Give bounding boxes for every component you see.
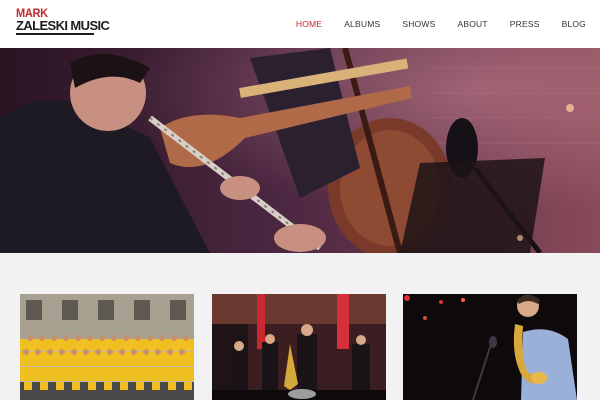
photo-card-choir[interactable] — [20, 294, 194, 400]
nav-item-about[interactable]: ABOUT — [457, 19, 487, 29]
site-header: MARK ZALESKI MUSIC HOME ALBUMS SHOWS ABO… — [0, 0, 600, 48]
nav-item-home[interactable]: HOME — [296, 19, 322, 29]
nav-item-shows[interactable]: SHOWS — [402, 19, 435, 29]
nav-item-press[interactable]: PRESS — [510, 19, 540, 29]
nav-item-blog[interactable]: BLOG — [562, 19, 586, 29]
logo-line-2: ZALESKI MUSIC — [16, 18, 110, 33]
photo-card-band-stage[interactable] — [212, 294, 386, 400]
logo-underline — [16, 33, 94, 35]
logo-line-1: MARK — [16, 7, 48, 21]
hero-image — [0, 48, 600, 253]
photo-card-saxophonist[interactable] — [403, 294, 577, 400]
nav-item-albums[interactable]: ALBUMS — [344, 19, 380, 29]
site-logo[interactable]: MARK ZALESKI MUSIC — [16, 7, 110, 35]
main-nav: HOME ALBUMS SHOWS ABOUT PRESS BLOG — [296, 0, 586, 48]
content-section — [0, 253, 600, 400]
